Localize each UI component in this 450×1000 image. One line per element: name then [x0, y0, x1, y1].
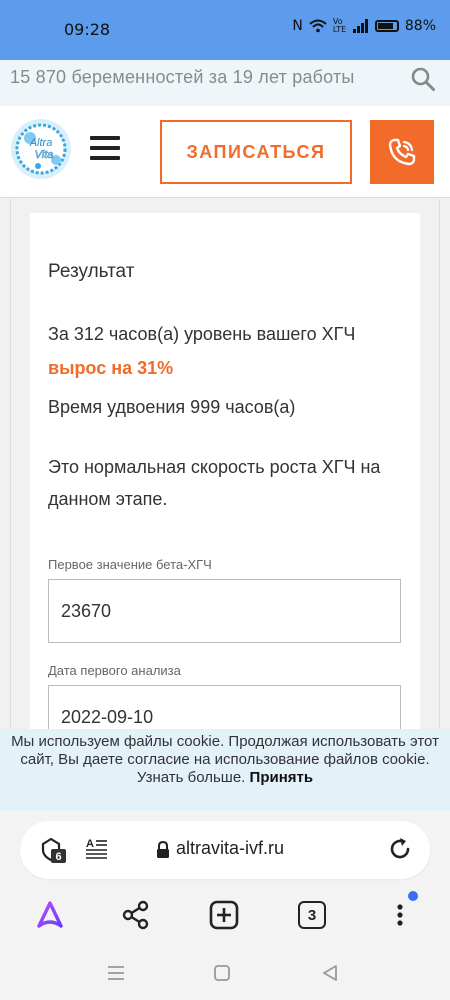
divider [10, 199, 11, 729]
reload-icon[interactable] [388, 837, 412, 861]
menu-lines-icon [108, 966, 124, 980]
alice-button[interactable] [28, 893, 72, 937]
triangle-back-icon [323, 965, 337, 981]
first-date-label: Дата первого анализа [48, 663, 181, 678]
altravita-logo[interactable]: Altra Vita [8, 116, 74, 182]
hcg-calculator-card: Результат За 312 часов(а) уровень вашего… [30, 213, 420, 729]
hamburger-menu-icon[interactable] [90, 136, 120, 160]
first-value-input[interactable]: 23670 [48, 579, 401, 643]
url-text[interactable]: altravita-ivf.ru [176, 838, 284, 859]
battery-icon [374, 20, 399, 32]
back-button[interactable] [318, 961, 342, 985]
cookie-text: Мы используем файлы cookie. Продолжая ис… [11, 733, 439, 786]
browser-chrome: 6 A altravita-ivf.ru 3 [0, 811, 450, 1000]
logo-text-top: Altra [29, 137, 53, 149]
browser-toolbar: 3 [0, 891, 450, 937]
volte-icon: Vo LTE [332, 17, 347, 34]
shield-icon[interactable]: 6 [40, 836, 66, 864]
result-verdict: Это нормальная скорость роста ХГЧ на дан… [48, 457, 381, 509]
tagline-text: 15 870 беременностей за 19 лет работы [10, 67, 355, 87]
notification-dot [408, 891, 418, 901]
shield-count: 6 [55, 851, 61, 863]
cookie-accept-link[interactable]: Принять [250, 769, 314, 786]
site-tagline-bar: 15 870 беременностей за 19 лет работы [0, 60, 450, 106]
system-navigation-bar [0, 951, 450, 1000]
first-value-label: Первое значение бета-ХГЧ [48, 557, 212, 572]
call-button[interactable] [370, 120, 434, 184]
clock: 09:28 [64, 20, 111, 39]
growth-value: вырос на 31% [48, 358, 174, 378]
address-bar[interactable]: 6 A altravita-ivf.ru [20, 821, 430, 879]
plus-square-icon [209, 900, 239, 930]
new-tab-button[interactable] [202, 893, 246, 937]
doubling-time: Время удвоения 999 часов(а) [48, 397, 296, 417]
site-header: Altra Vita ЗАПИСАТЬСЯ [0, 106, 450, 198]
share-button[interactable] [114, 893, 158, 937]
page-content: Результат За 312 часов(а) уровень вашего… [0, 199, 450, 729]
battery-level: 88% [404, 18, 436, 34]
logo-text-bottom: Vita [35, 149, 54, 161]
system-status-bar: 09:28 N Vo LTE 88% [0, 0, 450, 60]
lock-icon [157, 841, 169, 858]
home-button[interactable] [210, 961, 234, 985]
search-icon[interactable] [410, 66, 436, 92]
first-date-input[interactable]: 2022-09-10 [48, 685, 401, 729]
more-menu-button[interactable] [378, 891, 422, 937]
signup-button[interactable]: ЗАПИСАТЬСЯ [160, 120, 352, 184]
recent-apps-button[interactable] [104, 961, 128, 985]
result-line: За 312 часов(а) уровень вашего ХГЧ вырос… [48, 317, 408, 385]
more-vertical-icon [397, 904, 403, 926]
result-heading: Результат [48, 261, 135, 282]
share-icon [122, 900, 149, 930]
wifi-icon [309, 19, 327, 33]
reader-mode-icon[interactable]: A [86, 837, 108, 861]
signal-icon [352, 19, 368, 33]
phone-icon [388, 138, 416, 166]
square-icon [214, 965, 230, 981]
cookie-notice: Мы используем файлы cookie. Продолжая ис… [0, 729, 450, 811]
tabs-count: 3 [298, 901, 326, 929]
divider [439, 199, 440, 729]
status-icons: N Vo LTE 88% [292, 17, 436, 35]
nfc-icon: N [292, 18, 303, 34]
svg-text:A: A [86, 838, 94, 850]
alice-icon [37, 901, 63, 928]
tabs-button[interactable]: 3 [290, 893, 334, 937]
result-line1: За 312 часов(а) уровень вашего ХГЧ [48, 324, 356, 344]
